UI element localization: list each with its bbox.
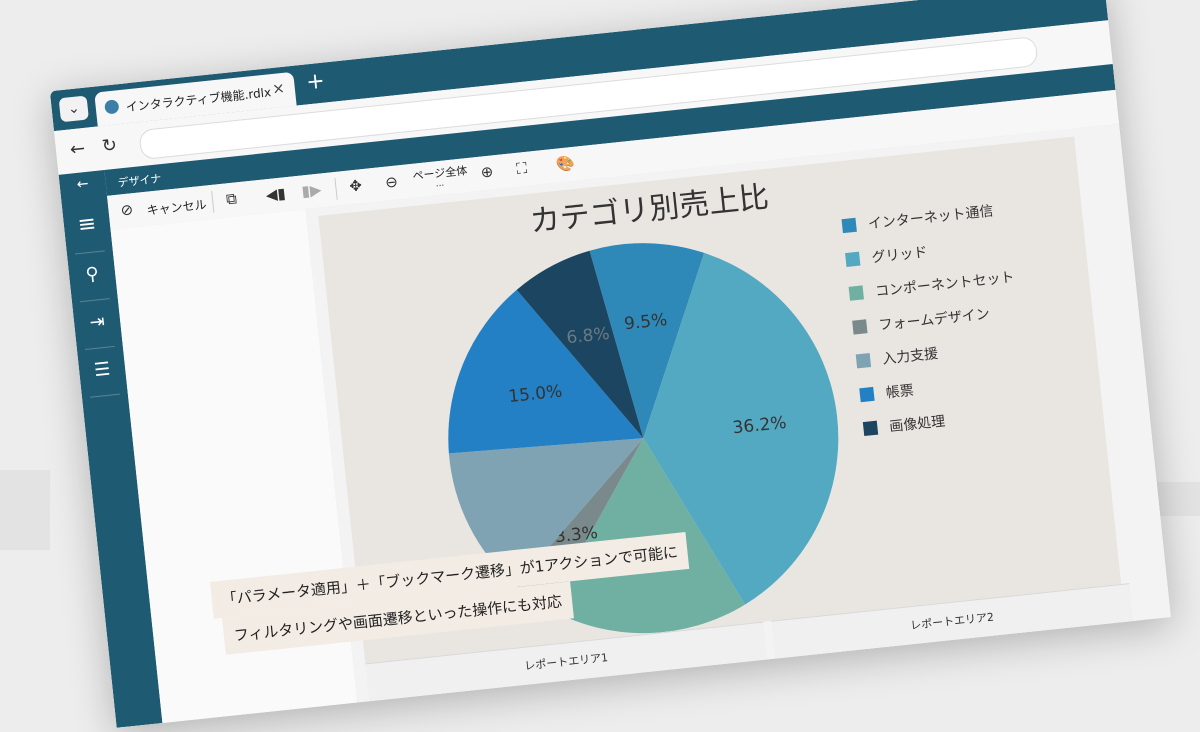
back-arrow-icon[interactable]: ← — [59, 174, 106, 195]
layout-icon[interactable]: ⧉ — [225, 189, 238, 208]
divider — [84, 345, 115, 351]
next-page-icon[interactable]: ▮▶ — [301, 180, 323, 200]
menu-icon[interactable]: ≡ — [63, 210, 111, 240]
page-fit-more[interactable]: ... — [435, 179, 445, 190]
divider — [74, 250, 105, 255]
legend-swatch — [848, 285, 864, 301]
app-title: デザイナ — [117, 172, 163, 190]
legend-swatch — [855, 353, 872, 369]
cancel-icon[interactable]: ⊘ — [120, 200, 134, 219]
divider — [334, 177, 338, 200]
legend-label: 入力支援 — [882, 346, 939, 368]
cancel-button[interactable]: キャンセル — [146, 196, 207, 219]
settings-sliders-icon[interactable]: ☰ — [78, 357, 126, 383]
fullscreen-icon[interactable]: ⛶ — [516, 159, 528, 178]
legend-label: コンポーネントセット — [874, 270, 1015, 301]
pan-icon[interactable]: ✥ — [348, 176, 362, 195]
zoom-in-icon[interactable]: ⊕ — [480, 162, 494, 181]
tab-list-button[interactable]: ⌄ — [58, 95, 89, 123]
close-tab-icon[interactable]: × — [271, 79, 285, 98]
scene: ⌄ インタラクティブ機能.rdlx × + ← ↻ ← ≡ ⚲ ⇥ ☰ デザイナ… — [0, 0, 1200, 728]
export-icon[interactable]: ⇥ — [73, 309, 121, 335]
bg-block — [0, 470, 50, 550]
legend-label: インターネット通信 — [867, 203, 994, 232]
search-icon[interactable]: ⚲ — [68, 262, 116, 288]
zoom-out-icon[interactable]: ⊖ — [384, 172, 398, 191]
palette-icon[interactable]: 🎨 — [555, 154, 575, 174]
back-arrow-icon[interactable]: ← — [69, 138, 86, 160]
legend-label: グリッド — [871, 245, 928, 267]
reload-icon[interactable]: ↻ — [101, 135, 118, 157]
divider — [79, 298, 110, 303]
chart-title: カテゴリ別売上比 — [528, 180, 770, 240]
legend-label: フォームデザイン — [878, 305, 991, 334]
chevron-down-icon: ⌄ — [67, 100, 81, 118]
legend-swatch — [862, 420, 879, 437]
browser-window: ⌄ インタラクティブ機能.rdlx × + ← ↻ ← ≡ ⚲ ⇥ ☰ デザイナ… — [49, 0, 1171, 728]
legend-swatch — [852, 319, 868, 335]
legend-label: 画像処理 — [889, 414, 946, 436]
legend-swatch — [859, 386, 875, 403]
divider — [89, 393, 120, 398]
previous-page-icon[interactable]: ◀▮ — [265, 184, 287, 204]
legend-swatch — [841, 217, 857, 234]
app-favicon-icon — [104, 99, 120, 115]
legend-label: 帳票 — [885, 383, 915, 402]
legend-swatch — [845, 251, 861, 267]
new-tab-button[interactable]: + — [305, 69, 326, 96]
divider — [211, 190, 215, 213]
